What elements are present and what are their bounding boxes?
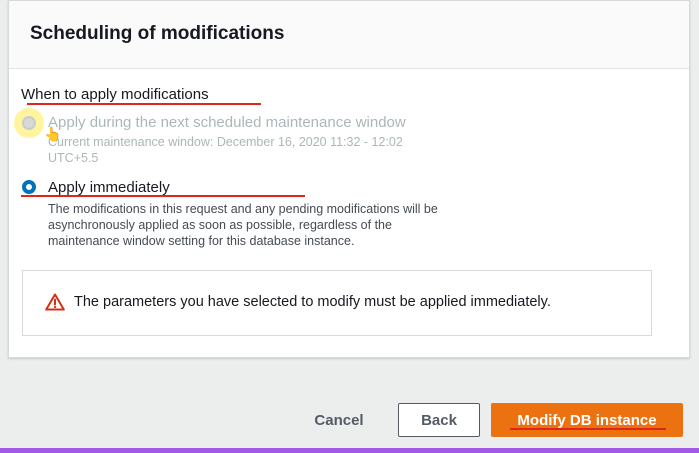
radio-next-maintenance-window[interactable]: [22, 116, 36, 130]
option-next-window-desc-line2: UTC+5.5: [48, 151, 99, 165]
warning-alert-text: The parameters you have selected to modi…: [74, 294, 551, 310]
warning-alert: The parameters you have selected to modi…: [22, 270, 652, 336]
bottom-accent-bar: [0, 448, 699, 453]
mouse-cursor-icon: 👆: [44, 126, 62, 142]
annotation-underline-section: [27, 103, 261, 105]
cancel-button[interactable]: Cancel: [298, 404, 380, 436]
annotation-underline-option: [21, 195, 305, 197]
option-next-window-label: Apply during the next scheduled maintena…: [48, 114, 406, 131]
panel-title: Scheduling of modifications: [30, 23, 285, 44]
option-apply-immediately-desc-line3: maintenance window setting for this data…: [48, 234, 355, 248]
option-apply-immediately-label: Apply immediately: [48, 179, 170, 196]
radio-apply-immediately[interactable]: [22, 180, 36, 194]
back-button[interactable]: Back: [398, 403, 480, 437]
option-next-window-desc-line1: Current maintenance window: December 16,…: [48, 135, 403, 149]
warning-icon: [45, 293, 65, 311]
annotation-underline-button: [510, 428, 666, 430]
option-apply-immediately-desc-line1: The modifications in this request and an…: [48, 202, 438, 216]
panel-header: Scheduling of modifications: [9, 1, 689, 69]
option-apply-immediately-desc-line2: asynchronously applied as soon as possib…: [48, 218, 392, 232]
modify-db-instance-button[interactable]: Modify DB instance: [491, 403, 683, 437]
section-label: When to apply modifications: [21, 86, 209, 103]
